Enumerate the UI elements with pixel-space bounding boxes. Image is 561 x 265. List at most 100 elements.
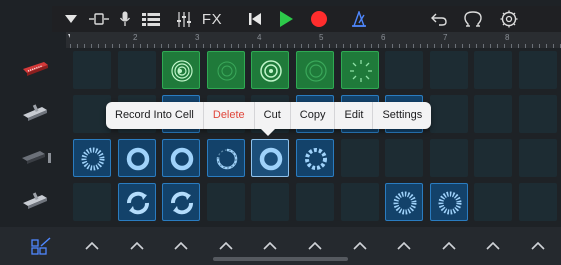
empty-cell[interactable]	[430, 139, 468, 177]
track-header-1[interactable]	[0, 48, 70, 92]
record-icon[interactable]	[308, 6, 330, 32]
empty-cell[interactable]	[73, 51, 111, 89]
empty-cell[interactable]	[430, 95, 468, 133]
column-trigger-chevron-up-icon[interactable]	[70, 227, 114, 265]
swirl-icon	[171, 60, 193, 82]
empty-cell[interactable]	[207, 183, 245, 221]
record-into-cell-menu-item[interactable]: Record Into Cell	[106, 102, 203, 129]
loop-browser-icon[interactable]	[462, 6, 484, 32]
track-header-4[interactable]	[0, 180, 70, 224]
empty-cell[interactable]	[118, 51, 156, 89]
empty-cell[interactable]	[474, 95, 512, 133]
keyboard-white-icon	[23, 192, 47, 209]
loop-cell[interactable]	[162, 51, 200, 89]
loop-cell[interactable]	[118, 183, 156, 221]
thick-ring-icon	[170, 147, 194, 171]
delete-menu-item[interactable]: Delete	[204, 102, 254, 129]
empty-cell[interactable]	[519, 51, 557, 89]
loop-cell[interactable]	[296, 139, 334, 177]
microphone-icon[interactable]	[116, 6, 134, 32]
copy-menu-item[interactable]: Copy	[291, 102, 335, 129]
cycle-icon	[127, 191, 149, 215]
empty-cell[interactable]	[474, 51, 512, 89]
live-loops-screen: FX 2 3 4 5 6 7 8 Record Into Cell Delete…	[0, 0, 561, 265]
column-trigger-chevron-up-icon[interactable]	[115, 227, 159, 265]
home-indicator	[213, 257, 348, 261]
sparkle-icon	[350, 60, 372, 82]
loop-cell[interactable]	[162, 183, 200, 221]
loop-cell[interactable]	[207, 139, 245, 177]
cell-edit-icon[interactable]	[26, 227, 56, 265]
column-trigger-chevron-up-icon[interactable]	[471, 227, 515, 265]
empty-cell[interactable]	[385, 51, 423, 89]
empty-cell[interactable]	[251, 183, 289, 221]
loop-cell[interactable]	[385, 183, 423, 221]
burst-icon	[438, 191, 462, 215]
loop-cell[interactable]	[73, 139, 111, 177]
keyboard-dark-icon	[22, 151, 51, 164]
cycle-icon	[171, 191, 193, 215]
context-menu-pointer	[261, 129, 275, 136]
thick-ring-icon	[259, 147, 283, 171]
cell-context-menu: Record Into Cell Delete Cut Copy Edit Se…	[106, 102, 432, 129]
loop-cell[interactable]	[162, 139, 200, 177]
loop-cell[interactable]	[296, 51, 334, 89]
burst-icon	[393, 191, 417, 215]
loop-cell[interactable]	[430, 183, 468, 221]
ruler-number: 5	[319, 33, 324, 42]
loop-cell[interactable]	[118, 139, 156, 177]
burst-icon	[81, 147, 105, 171]
settings-icon[interactable]	[498, 6, 520, 32]
browser-dropdown-icon[interactable]	[60, 6, 82, 32]
track-header-2[interactable]	[0, 92, 70, 136]
cut-menu-item[interactable]: Cut	[255, 102, 290, 129]
rings-icon	[260, 60, 282, 82]
empty-cell[interactable]	[474, 139, 512, 177]
faint-rings-icon	[305, 60, 327, 82]
top-toolbar: FX	[52, 6, 561, 32]
view-toggle-icon[interactable]	[86, 6, 112, 32]
empty-cell[interactable]	[296, 183, 334, 221]
metronome-icon[interactable]	[348, 6, 370, 32]
loop-cell[interactable]	[251, 51, 289, 89]
column-trigger-chevron-up-icon[interactable]	[427, 227, 471, 265]
progress-ring-icon	[216, 148, 238, 170]
empty-cell[interactable]	[73, 183, 111, 221]
empty-cell[interactable]	[519, 139, 557, 177]
empty-cell[interactable]	[519, 183, 557, 221]
empty-cell[interactable]	[430, 51, 468, 89]
tracks-view-icon[interactable]	[140, 6, 162, 32]
ruler-ticks	[70, 44, 561, 48]
mixer-icon[interactable]	[174, 6, 194, 32]
empty-cell[interactable]	[474, 183, 512, 221]
dash-ring-icon	[305, 148, 327, 170]
thick-ring-icon	[126, 147, 150, 171]
empty-cell[interactable]	[341, 139, 379, 177]
go-to-beginning-icon[interactable]	[246, 6, 264, 32]
ruler-number: 4	[257, 33, 262, 42]
settings-menu-item[interactable]: Settings	[373, 102, 431, 129]
fx-button[interactable]: FX	[200, 6, 224, 32]
ruler-number: 2	[133, 33, 138, 42]
synth-keyboard-red-icon	[23, 62, 48, 76]
empty-cell[interactable]	[519, 95, 557, 133]
faint-swirl-icon	[217, 61, 237, 81]
undo-icon[interactable]	[428, 6, 450, 32]
ruler-number: 7	[443, 33, 448, 42]
keyboard-white-icon	[23, 104, 47, 121]
track-header-3[interactable]	[0, 136, 70, 180]
ruler-number: 8	[505, 33, 510, 42]
loop-cell[interactable]	[251, 139, 289, 177]
ruler-number: 3	[195, 33, 200, 42]
edit-menu-item[interactable]: Edit	[335, 102, 372, 129]
play-icon[interactable]	[276, 6, 296, 32]
column-trigger-chevron-up-icon[interactable]	[382, 227, 426, 265]
ruler-number: 6	[381, 33, 386, 42]
loop-cell[interactable]	[341, 51, 379, 89]
loop-cell[interactable]	[207, 51, 245, 89]
column-trigger-chevron-up-icon[interactable]	[516, 227, 560, 265]
timeline-ruler[interactable]: 2 3 4 5 6 7 8	[70, 32, 561, 48]
column-trigger-chevron-up-icon[interactable]	[159, 227, 203, 265]
empty-cell[interactable]	[341, 183, 379, 221]
empty-cell[interactable]	[385, 139, 423, 177]
